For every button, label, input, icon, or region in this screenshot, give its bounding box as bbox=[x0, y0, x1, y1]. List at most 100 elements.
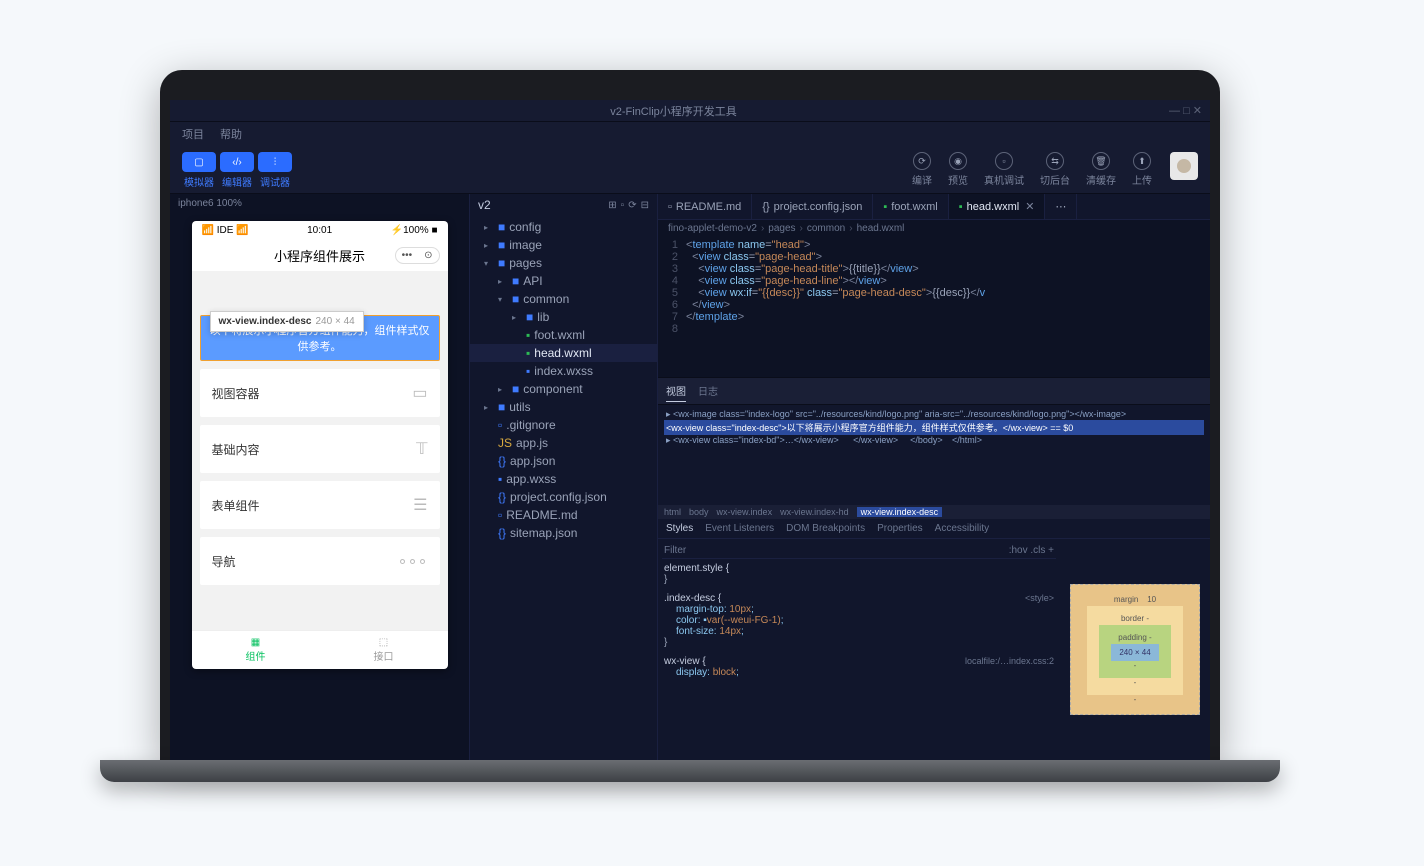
debugger-mode-tabs: 视图 日志 bbox=[658, 377, 1210, 405]
simulator-device-label[interactable]: iphone6 100% bbox=[170, 194, 469, 213]
status-time: 10:01 bbox=[307, 225, 332, 236]
file-appjson[interactable]: {}app.json bbox=[470, 452, 657, 470]
file-readme[interactable]: ▫README.md bbox=[470, 506, 657, 524]
grid-icon: ▦ bbox=[198, 637, 314, 648]
editor-pane: ▫README.md {}project.config.json ▪foot.w… bbox=[658, 194, 1210, 760]
file-head-wxml[interactable]: ▪head.wxml bbox=[470, 344, 657, 362]
file-gitignore[interactable]: ▫.gitignore bbox=[470, 416, 657, 434]
menu-help[interactable]: 帮助 bbox=[220, 126, 242, 142]
card-icon: 𝕋 bbox=[416, 439, 427, 459]
folder-common[interactable]: ▾■common bbox=[470, 290, 657, 308]
devtab-accessibility[interactable]: Accessibility bbox=[935, 523, 989, 534]
card-view-container[interactable]: 视图容器▭ bbox=[200, 369, 440, 417]
devtab-listeners[interactable]: Event Listeners bbox=[705, 523, 774, 534]
editor-breadcrumb[interactable]: fino-applet-demo-v2›pages›common›head.wx… bbox=[658, 220, 1210, 237]
devtab-breakpoints[interactable]: DOM Breakpoints bbox=[786, 523, 865, 534]
toolbar: ▢模拟器 ‹/›编辑器 ⫶调试器 ⟳编译 ◉预览 ▫真机调试 ⇆切后台 🗑清缓存… bbox=[170, 146, 1210, 194]
tab-api[interactable]: ⬚接口 bbox=[320, 631, 448, 669]
capsule-close-icon: ⊙ bbox=[418, 248, 438, 263]
folder-component[interactable]: ▸■component bbox=[470, 380, 657, 398]
dom-inspector[interactable]: ▸ <wx-image class="index-logo" src="../r… bbox=[658, 405, 1210, 505]
card-form[interactable]: 表单组件☰ bbox=[200, 481, 440, 529]
card-icon: ▭ bbox=[412, 383, 427, 403]
status-battery: ⚡100% ■ bbox=[391, 225, 438, 236]
mode-editor[interactable]: ‹/›编辑器 bbox=[220, 152, 254, 189]
new-folder-icon[interactable]: ▫ bbox=[621, 200, 625, 211]
action-remote[interactable]: ▫真机调试 bbox=[976, 152, 1032, 187]
tab-foot-wxml[interactable]: ▪foot.wxml bbox=[873, 194, 948, 219]
folder-api[interactable]: ▸■API bbox=[470, 272, 657, 290]
file-explorer: v2 ⊞ ▫ ⟳ ⊟ ▸■config ▸■image ▾■pages ▸■AP… bbox=[470, 194, 658, 760]
mode-simulator[interactable]: ▢模拟器 bbox=[182, 152, 216, 189]
editor-tabs: ▫README.md {}project.config.json ▪foot.w… bbox=[658, 194, 1210, 220]
status-signal: 📶 IDE 📶 bbox=[202, 225, 249, 236]
action-cache[interactable]: 🗑清缓存 bbox=[1078, 152, 1124, 187]
laptop-bezel: v2-FinClip小程序开发工具 — □ ✕ 项目 帮助 ▢模拟器 ‹/›编辑… bbox=[160, 70, 1220, 760]
folder-lib[interactable]: ▸■lib bbox=[470, 308, 657, 326]
main-area: iphone6 100% 📶 IDE 📶 10:01 ⚡100% ■ 小程序组件… bbox=[170, 194, 1210, 760]
user-avatar[interactable] bbox=[1170, 152, 1198, 180]
ide-window: v2-FinClip小程序开发工具 — □ ✕ 项目 帮助 ▢模拟器 ‹/›编辑… bbox=[170, 100, 1210, 760]
window-title: v2-FinClip小程序开发工具 bbox=[178, 103, 1169, 119]
capsule-more-icon: ••• bbox=[396, 248, 419, 263]
tree-header: v2 ⊞ ▫ ⟳ ⊟ bbox=[470, 194, 657, 216]
mode-switcher: ▢模拟器 ‹/›编辑器 ⫶调试器 bbox=[182, 152, 292, 189]
file-project-config[interactable]: {}project.config.json bbox=[470, 488, 657, 506]
file-foot-wxml[interactable]: ▪foot.wxml bbox=[470, 326, 657, 344]
action-background[interactable]: ⇆切后台 bbox=[1032, 152, 1078, 187]
laptop-base bbox=[100, 760, 1280, 782]
action-preview[interactable]: ◉预览 bbox=[940, 152, 976, 187]
phone-body: wx-view.index-desc240 × 44 以下将展示小程序官方组件能… bbox=[192, 271, 448, 630]
collapse-icon[interactable]: ⊟ bbox=[641, 200, 649, 211]
tab-overflow[interactable]: ⋯ bbox=[1045, 194, 1077, 219]
code-editor[interactable]: 1<template name="head"> 2 <view class="p… bbox=[658, 237, 1210, 377]
file-sitemap[interactable]: {}sitemap.json bbox=[470, 524, 657, 542]
devtab-properties[interactable]: Properties bbox=[877, 523, 923, 534]
styles-hov[interactable]: :hov .cls + bbox=[1009, 545, 1054, 556]
tooltip-element-name: wx-view.index-desc bbox=[219, 316, 312, 327]
dom-breadcrumb[interactable]: htmlbodywx-view.indexwx-view.index-hdwx-… bbox=[658, 505, 1210, 519]
card-basic-content[interactable]: 基础内容𝕋 bbox=[200, 425, 440, 473]
dom-selected-node: <wx-view class="index-desc">以下将展示小程序官方组件… bbox=[664, 420, 1204, 435]
folder-image[interactable]: ▸■image bbox=[470, 236, 657, 254]
styles-rules[interactable]: Filter:hov .cls + element.style {} <styl… bbox=[658, 539, 1060, 760]
window-controls[interactable]: — □ ✕ bbox=[1169, 104, 1202, 117]
folder-pages[interactable]: ▾■pages bbox=[470, 254, 657, 272]
action-upload[interactable]: ⬆上传 bbox=[1124, 152, 1160, 187]
action-compile[interactable]: ⟳编译 bbox=[904, 152, 940, 187]
card-nav[interactable]: 导航∘∘∘ bbox=[200, 537, 440, 585]
box-model: margin 10 border - padding - 240 × 44 - … bbox=[1060, 539, 1210, 760]
devtab-styles[interactable]: Styles bbox=[666, 523, 693, 534]
file-index-wxss[interactable]: ▪index.wxss bbox=[470, 362, 657, 380]
menubar: 项目 帮助 bbox=[170, 122, 1210, 146]
tab-component[interactable]: ▦组件 bbox=[192, 631, 320, 669]
file-appwxss[interactable]: ▪app.wxss bbox=[470, 470, 657, 488]
menu-project[interactable]: 项目 bbox=[182, 126, 204, 142]
phone-mock: 📶 IDE 📶 10:01 ⚡100% ■ 小程序组件展示 •••⊙ wx-vi… bbox=[192, 221, 448, 669]
card-icon: ∘∘∘ bbox=[397, 551, 427, 571]
mode-debugger[interactable]: ⫶调试器 bbox=[258, 152, 292, 189]
devtools-tabs: Styles Event Listeners DOM Breakpoints P… bbox=[658, 519, 1210, 539]
phone-navbar: 小程序组件展示 •••⊙ bbox=[192, 240, 448, 271]
file-appjs[interactable]: JSapp.js bbox=[470, 434, 657, 452]
card-icon: ☰ bbox=[413, 495, 427, 515]
styles-pane: Filter:hov .cls + element.style {} <styl… bbox=[658, 539, 1210, 760]
tooltip-dimensions: 240 × 44 bbox=[316, 316, 355, 327]
refresh-icon[interactable]: ⟳ bbox=[628, 200, 636, 211]
folder-utils[interactable]: ▸■utils bbox=[470, 398, 657, 416]
file-tree: ▸■config ▸■image ▾■pages ▸■API ▾■common … bbox=[470, 216, 657, 544]
api-icon: ⬚ bbox=[326, 637, 442, 648]
styles-filter[interactable]: Filter bbox=[664, 545, 686, 556]
phone-tabbar: ▦组件 ⬚接口 bbox=[192, 630, 448, 669]
phone-statusbar: 📶 IDE 📶 10:01 ⚡100% ■ bbox=[192, 221, 448, 240]
capsule-buttons[interactable]: •••⊙ bbox=[395, 247, 440, 264]
tab-project-config[interactable]: {}project.config.json bbox=[752, 194, 873, 219]
folder-config[interactable]: ▸■config bbox=[470, 218, 657, 236]
tab-readme[interactable]: ▫README.md bbox=[658, 194, 752, 219]
debugger-tab-log[interactable]: 日志 bbox=[698, 380, 718, 402]
new-file-icon[interactable]: ⊞ bbox=[608, 200, 616, 211]
simulator-pane: iphone6 100% 📶 IDE 📶 10:01 ⚡100% ■ 小程序组件… bbox=[170, 194, 470, 760]
laptop-frame: v2-FinClip小程序开发工具 — □ ✕ 项目 帮助 ▢模拟器 ‹/›编辑… bbox=[160, 70, 1220, 782]
tab-head-wxml[interactable]: ▪head.wxml✕ bbox=[949, 194, 1046, 219]
debugger-tab-view[interactable]: 视图 bbox=[666, 380, 686, 402]
